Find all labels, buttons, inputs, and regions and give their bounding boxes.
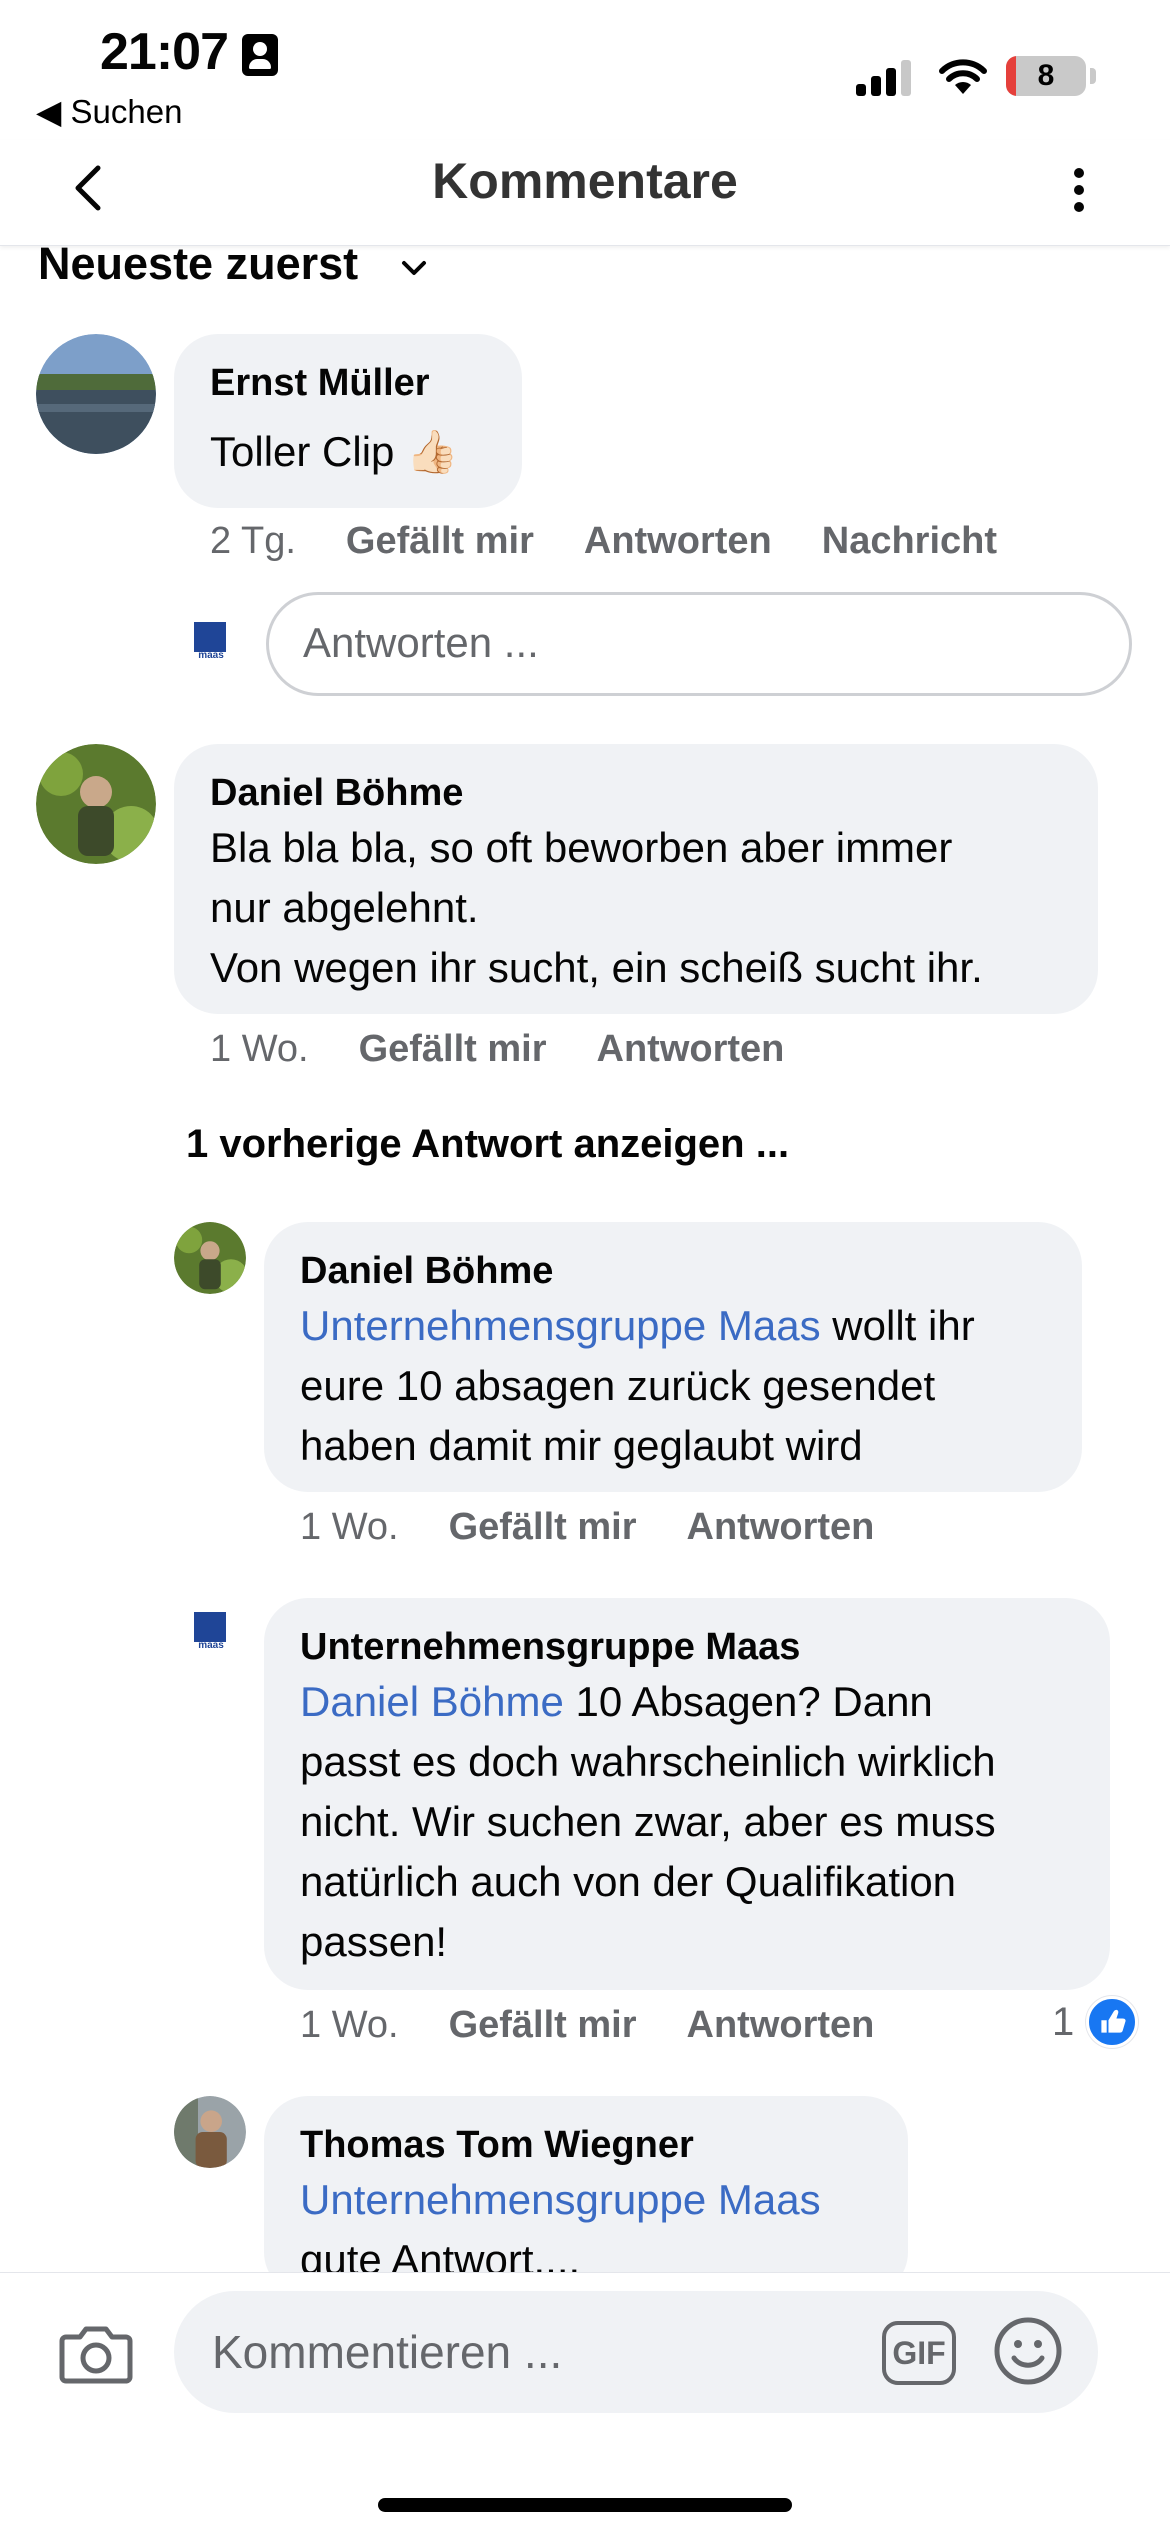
back-to-app-link[interactable]: ◀ Suchen xyxy=(36,92,182,131)
mention-link[interactable]: Unternehmensgruppe Maas xyxy=(300,2176,821,2223)
comment-age: 1 Wo. xyxy=(210,1028,309,1070)
reply-meta: 1 Wo. Gefällt mir Antworten xyxy=(300,2004,874,2047)
reply-text-line: natürlich auch von der Qualifikation xyxy=(300,1858,957,1905)
comment-text-line: Von wegen ihr sucht, ein scheiß sucht ih… xyxy=(210,944,983,991)
battery-level: 8 xyxy=(1037,59,1055,92)
reply-text: wollt ihr xyxy=(820,1302,975,1349)
avatar[interactable] xyxy=(174,1222,246,1294)
thumbs-up-icon xyxy=(1086,1996,1138,2048)
chevron-down-icon[interactable] xyxy=(396,250,432,286)
mention-link[interactable]: Unternehmensgruppe Maas xyxy=(300,1302,821,1349)
like-action[interactable]: Gefällt mir xyxy=(449,1506,637,1548)
reply-text-line: nicht. Wir suchen zwar, aber es muss xyxy=(300,1798,996,1845)
status-bar: 21:07 ◀ Suchen 8 xyxy=(0,0,1170,140)
reply-action[interactable]: Antworten xyxy=(687,1506,875,1548)
comment-author[interactable]: Daniel Böhme xyxy=(210,768,1062,818)
reply-text-line: eure 10 absagen zurück gesendet xyxy=(300,1362,936,1409)
comment-text-line: nur abgelehnt. xyxy=(210,884,479,931)
reply-input[interactable]: Antworten ... xyxy=(266,592,1132,696)
wifi-icon xyxy=(939,59,987,94)
reply-meta: 1 Wo. Gefällt mir Antworten xyxy=(300,1506,874,1549)
comment-bubble[interactable]: Daniel Böhme Bla bla bla, so oft beworbe… xyxy=(174,744,1098,1014)
comment-author[interactable]: Ernst Müller xyxy=(210,358,486,408)
reply-text-line: passen! xyxy=(300,1918,448,1965)
mention-link[interactable]: Daniel Böhme xyxy=(300,1678,564,1725)
reply-action[interactable]: Antworten xyxy=(687,2004,875,2046)
comment-age: 2 Tg. xyxy=(210,520,296,562)
show-previous-replies-link[interactable]: 1 vorherige Antwort anzeigen ... xyxy=(186,1122,789,1167)
reply-bubble[interactable]: Unternehmensgruppe Maas Daniel Böhme 10 … xyxy=(264,1598,1110,1990)
like-action[interactable]: Gefällt mir xyxy=(449,2004,637,2046)
camera-icon[interactable] xyxy=(58,2319,134,2389)
status-time: 21:07 xyxy=(100,23,229,81)
reply-author[interactable]: Thomas Tom Wiegner xyxy=(300,2120,872,2170)
maas-logo[interactable]: maas xyxy=(194,1612,228,1652)
home-indicator[interactable] xyxy=(378,2498,792,2512)
avatar[interactable] xyxy=(36,334,156,454)
gif-button[interactable]: GIF xyxy=(882,2321,956,2385)
message-action[interactable]: Nachricht xyxy=(822,520,997,562)
comment-bubble[interactable]: Ernst Müller Toller Clip 👍🏻 xyxy=(174,334,522,508)
avatar[interactable] xyxy=(36,744,156,864)
reply-text-line: passt es doch wahrscheinlich wirklich xyxy=(300,1738,996,1785)
comment-meta: 1 Wo. Gefällt mir Antworten xyxy=(210,1028,784,1071)
reply-text: 10 Absagen? Dann xyxy=(563,1678,933,1725)
comment-meta: 2 Tg. Gefällt mir Antworten Nachricht xyxy=(210,520,997,563)
reply-age: 1 Wo. xyxy=(300,2004,399,2046)
comment-composer: Kommentieren ... GIF xyxy=(0,2272,1170,2532)
maas-logo: maas xyxy=(194,622,228,662)
reply-text-line: Daniel Böhme 10 Absagen? Dann xyxy=(300,1672,1074,1732)
reply-text-line: haben damit mir geglaubt wird xyxy=(300,1422,863,1469)
reply-age: 1 Wo. xyxy=(300,1506,399,1548)
contact-card-icon xyxy=(242,34,278,76)
emoji-icon[interactable] xyxy=(992,2315,1064,2387)
comment-text-line: Bla bla bla, so oft beworben aber immer xyxy=(210,824,953,871)
like-action[interactable]: Gefällt mir xyxy=(346,520,534,562)
reply-action[interactable]: Antworten xyxy=(597,1028,785,1070)
navigation-bar: Kommentare xyxy=(0,140,1170,246)
comment-input[interactable]: Kommentieren ... GIF xyxy=(174,2291,1098,2413)
reply-bubble[interactable]: Daniel Böhme Unternehmensgruppe Maas wol… xyxy=(264,1222,1082,1492)
comment-input-placeholder: Kommentieren ... xyxy=(212,2326,563,2378)
comment-text: Toller Clip 👍🏻 xyxy=(210,428,459,475)
battery-cap xyxy=(1090,68,1096,84)
like-count: 1 xyxy=(1052,2000,1075,2044)
avatar[interactable] xyxy=(174,2096,246,2168)
reply-action[interactable]: Antworten xyxy=(584,520,772,562)
reply-text-line: Unternehmensgruppe Maas xyxy=(300,2170,872,2230)
reply-author[interactable]: Daniel Böhme xyxy=(300,1246,1046,1296)
cellular-signal-icon xyxy=(856,58,916,96)
like-action[interactable]: Gefällt mir xyxy=(359,1028,547,1070)
reply-bubble[interactable]: Thomas Tom Wiegner Unternehmensgruppe Ma… xyxy=(264,2096,908,2296)
battery-icon: 8 xyxy=(1006,56,1086,96)
reply-text-line: Unternehmensgruppe Maas wollt ihr xyxy=(300,1296,1046,1356)
more-options-icon[interactable] xyxy=(1054,160,1104,220)
page-title: Kommentare xyxy=(432,153,738,209)
reply-author[interactable]: Unternehmensgruppe Maas xyxy=(300,1622,1074,1672)
